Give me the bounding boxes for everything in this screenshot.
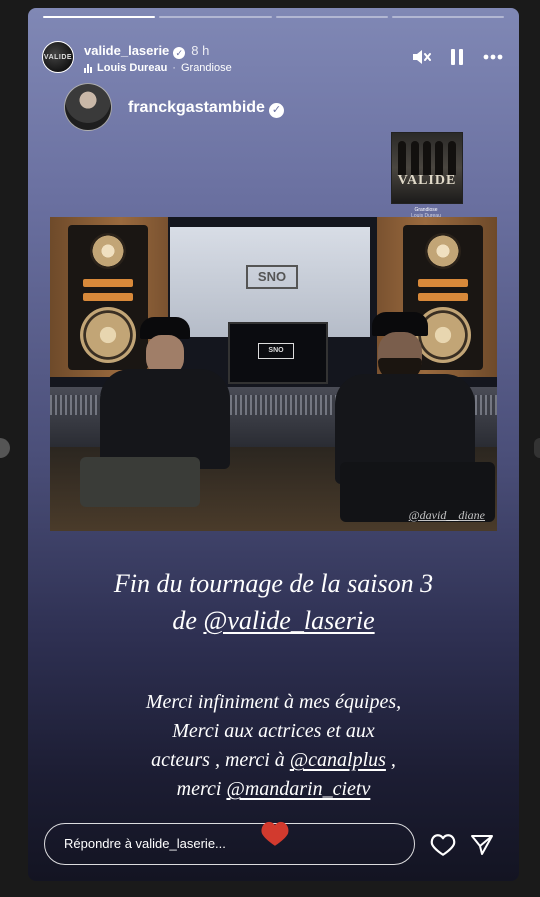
tagged-username[interactable]: franckgastambide <box>128 99 265 116</box>
caption-thanks-line4: merci @mandarin_cietv <box>28 775 519 804</box>
reply-input[interactable]: Répondre à valide_laserie... <box>44 823 415 865</box>
verified-badge-icon: ✓ <box>268 103 284 118</box>
next-story-edge[interactable] <box>534 438 540 458</box>
mention-canalplus[interactable]: @canalplus <box>290 749 386 771</box>
caption-title-line1: Fin du tournage de la saison 3 <box>113 569 434 598</box>
pause-icon[interactable] <box>447 47 467 67</box>
caption-title-prefix: de <box>172 606 204 635</box>
caption-title-line2: de @valide_laserie <box>28 602 519 639</box>
music-info[interactable]: Louis Dureau · Grandiose <box>84 62 232 74</box>
progress-fill <box>43 16 156 18</box>
caption-thanks-line3-prefix: acteurs , merci à <box>151 749 290 771</box>
music-track: Grandiose <box>180 62 232 74</box>
caption-thanks-line3-suffix: , <box>385 749 396 771</box>
progress-segment <box>275 16 388 18</box>
photo-credit: @david__diane <box>408 508 485 522</box>
verified-badge-icon: ✓ <box>173 47 186 59</box>
caption-thanks-line1: Merci infiniment à mes équipes, <box>145 691 402 713</box>
progress-segment <box>391 16 504 18</box>
music-bars-icon <box>84 63 92 73</box>
caption-thanks-line3: acteurs , merci à @canalplus , <box>28 746 519 775</box>
account-username[interactable]: valide_laserie <box>84 43 169 58</box>
screen-logo: SNO <box>246 265 298 289</box>
reply-placeholder: Répondre à valide_laserie... <box>64 836 226 851</box>
story-progress-bar <box>43 16 504 18</box>
album-cover-title: VALIDE <box>397 173 457 188</box>
avatar-text: VALIDE <box>43 53 73 61</box>
story-timestamp: 8 h <box>191 43 210 58</box>
story-header: VALIDE valide_laserie ✓ 8 h Louis Dureau ·… <box>42 41 503 77</box>
progress-segment <box>159 16 272 18</box>
previous-story-edge[interactable] <box>0 438 10 458</box>
mention-mandarin-cietv[interactable]: @mandarin_cietv <box>226 778 370 800</box>
story-controls <box>411 47 503 67</box>
mention-valide-laserie[interactable]: @valide_laserie <box>203 606 374 635</box>
monitor-logo: SNO <box>258 343 294 359</box>
caption-thanks-line2: Merci aux actrices et aux <box>172 720 375 742</box>
account-avatar[interactable]: VALIDE <box>42 41 74 73</box>
music-separator: · <box>172 62 176 74</box>
tagged-user-name-row: franckgastambide ✓ <box>128 99 284 118</box>
caption-thanks: Merci infiniment à mes équipes, Merci au… <box>28 688 519 804</box>
studio-photo: SNO SNO @david__diane <box>50 217 497 531</box>
tagged-user-avatar[interactable] <box>64 83 112 131</box>
send-icon[interactable] <box>468 831 496 859</box>
red-heart-icon <box>260 818 290 848</box>
account-username-row: valide_laserie ✓ 8 h <box>84 43 209 59</box>
studio-speaker-left <box>68 225 148 370</box>
progress-segment <box>43 16 156 18</box>
caption-title: Fin du tournage de la saison 3 de @valid… <box>28 565 519 639</box>
caption-thanks-line4-prefix: merci <box>176 778 227 800</box>
music-artist: Louis Dureau <box>97 62 168 74</box>
heart-outline-icon[interactable] <box>429 831 457 859</box>
more-horizontal-icon[interactable] <box>483 47 503 67</box>
story-viewer[interactable]: VALIDE valide_laserie ✓ 8 h Louis Dureau ·… <box>28 8 519 881</box>
album-cover-sticker[interactable]: VALIDE <box>391 132 463 204</box>
speaker-muted-icon[interactable] <box>411 47 431 67</box>
